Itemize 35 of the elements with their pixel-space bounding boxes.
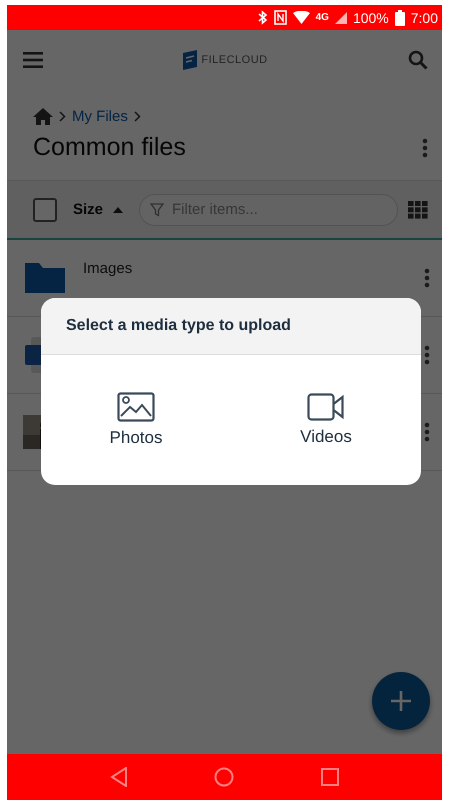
chevron-icon (59, 111, 66, 122)
signal-icon (334, 12, 347, 24)
dialog-title: Select a media type to upload (66, 317, 291, 335)
network-type: 4G (316, 12, 329, 23)
video-camera-icon (307, 393, 345, 421)
home-button[interactable] (214, 767, 234, 787)
more-icon[interactable] (424, 268, 430, 288)
nfc-icon (274, 10, 287, 25)
logo-text: FILECLOUD (201, 54, 268, 66)
chevron-icon (134, 111, 141, 122)
folder-icon (23, 261, 67, 295)
add-button[interactable] (372, 672, 430, 730)
logo-icon (183, 50, 198, 70)
filter-icon (150, 202, 164, 216)
more-icon[interactable] (424, 422, 430, 442)
bluetooth-icon (258, 10, 268, 25)
home-icon[interactable] (33, 108, 53, 125)
more-icon[interactable] (422, 138, 428, 158)
plus-icon (390, 690, 412, 712)
folder-title: Common files (33, 133, 186, 162)
battery-percent: 100% (352, 10, 389, 26)
media-option[interactable]: Photos (41, 391, 231, 449)
file-name: Images (83, 260, 134, 276)
wifi-icon (292, 11, 310, 24)
clock-time: 7:00 (410, 10, 438, 26)
select-all-checkbox[interactable] (33, 198, 57, 222)
media-option[interactable]: Videos (231, 392, 421, 448)
recents-button[interactable] (320, 768, 339, 786)
more-icon[interactable] (424, 345, 430, 365)
menu-icon[interactable] (23, 52, 43, 68)
grid-view-icon[interactable] (408, 200, 428, 218)
back-button[interactable] (110, 767, 128, 787)
image-icon (117, 392, 155, 422)
search-icon[interactable] (408, 50, 428, 70)
battery-icon (394, 10, 405, 26)
